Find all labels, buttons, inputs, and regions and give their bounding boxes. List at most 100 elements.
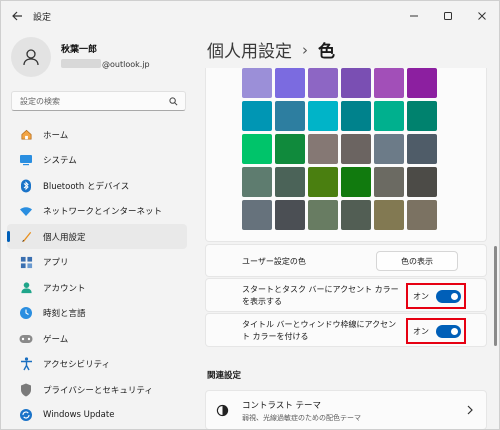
highlight-box: オン — [406, 283, 466, 309]
color-swatch[interactable] — [242, 167, 272, 197]
color-swatch[interactable] — [407, 134, 437, 164]
back-button[interactable] — [9, 8, 25, 24]
color-swatch[interactable] — [242, 68, 272, 98]
sidebar-item-label: 時刻と言語 — [43, 309, 86, 319]
minimize-button[interactable] — [397, 1, 431, 31]
user-email: @outlook.jp — [61, 59, 150, 69]
color-swatch[interactable] — [308, 68, 338, 98]
toggle-knob — [451, 292, 458, 300]
page-title: 色 — [318, 42, 335, 62]
sidebar-nav: ホーム システム Bluetooth とデバイス ネットワークとインターネット … — [7, 122, 187, 428]
color-swatch[interactable] — [341, 200, 371, 230]
sidebar-item-accounts[interactable]: アカウント — [7, 275, 187, 300]
wifi-icon — [19, 204, 33, 218]
highlight-box: オン — [406, 318, 466, 344]
color-swatch[interactable] — [275, 134, 305, 164]
sidebar-item-label: アカウント — [43, 283, 86, 294]
email-redaction — [61, 59, 101, 68]
title-bar-accent-label: タイトル バーとウィンドウ枠線にアクセント カラーを付ける — [242, 320, 397, 341]
color-swatch[interactable] — [407, 167, 437, 197]
title-bar: 設定 — [1, 1, 499, 31]
maximize-button[interactable] — [431, 1, 465, 31]
color-swatch[interactable] — [341, 101, 371, 131]
sidebar-item-label: アクセシビリティ — [43, 360, 111, 370]
color-swatch[interactable] — [308, 134, 338, 164]
color-swatch[interactable] — [275, 68, 305, 98]
start-taskbar-accent-toggle[interactable] — [436, 289, 461, 303]
sidebar-item-personalization[interactable]: 個人用設定 — [7, 224, 187, 249]
related-settings-heading: 関連設定 — [207, 371, 242, 381]
sidebar-item-gaming[interactable]: ゲーム — [7, 326, 187, 351]
color-swatch[interactable] — [374, 68, 404, 98]
home-icon — [19, 128, 33, 142]
toggle-state-label: オン — [413, 326, 429, 336]
start-taskbar-accent-row: スタートとタスク バーにアクセント カラーを表示する オン — [205, 278, 487, 312]
game-controller-icon — [19, 332, 33, 346]
avatar — [11, 37, 51, 77]
color-swatch[interactable] — [341, 68, 371, 98]
color-swatch[interactable] — [341, 167, 371, 197]
user-name: 秋葉一郎 — [61, 45, 98, 55]
chevron-right-icon — [467, 405, 473, 415]
color-swatch[interactable] — [242, 134, 272, 164]
search-input[interactable]: 設定の検索 — [11, 91, 186, 111]
color-swatch[interactable] — [275, 200, 305, 230]
search-icon — [169, 97, 178, 106]
color-swatch[interactable] — [308, 167, 338, 197]
sidebar-item-privacy-security[interactable]: プライバシーとセキュリティ — [7, 377, 187, 402]
toggle-knob — [451, 327, 458, 335]
account-icon — [19, 281, 33, 295]
contrast-themes-row[interactable]: コントラスト テーマ 弱視、光線過敏症のための配色テーマ — [205, 390, 487, 429]
sidebar-item-home[interactable]: ホーム — [7, 122, 187, 147]
breadcrumb: 個人用設定 › 色 — [207, 37, 335, 63]
color-swatch[interactable] — [242, 200, 272, 230]
scrollbar[interactable] — [494, 246, 497, 346]
sidebar-item-label: アプリ — [43, 258, 69, 268]
color-swatch[interactable] — [308, 101, 338, 131]
breadcrumb-parent[interactable]: 個人用設定 — [207, 37, 292, 62]
view-colors-button[interactable]: 色の表示 — [376, 251, 458, 271]
user-profile[interactable]: 秋葉一郎 @outlook.jp — [11, 37, 191, 81]
sidebar-item-label: プライバシーとセキュリティ — [43, 385, 153, 396]
color-swatch[interactable] — [407, 101, 437, 131]
breadcrumb-separator: › — [302, 40, 308, 59]
start-taskbar-accent-label: スタートとタスク バーにアクセント カラーを表示する — [242, 285, 399, 306]
custom-color-row: ユーザー設定の色 色の表示 — [205, 244, 487, 277]
sidebar-item-apps[interactable]: アプリ — [7, 250, 187, 275]
color-swatch[interactable] — [407, 200, 437, 230]
close-icon — [478, 12, 486, 20]
sidebar-item-label: Windows Update — [43, 410, 115, 420]
sidebar-item-label: ホーム — [43, 130, 69, 141]
close-button[interactable] — [465, 1, 499, 31]
sidebar-item-label: Bluetooth とデバイス — [43, 181, 130, 192]
color-swatch[interactable] — [374, 167, 404, 197]
color-swatch[interactable] — [341, 134, 371, 164]
windows-colors-card — [205, 68, 487, 242]
color-swatch[interactable] — [308, 200, 338, 230]
sidebar-item-windows-update[interactable]: Windows Update — [7, 403, 187, 428]
search-placeholder: 設定の検索 — [20, 96, 60, 106]
app-title: 設定 — [33, 13, 52, 23]
color-swatch[interactable] — [374, 200, 404, 230]
arrow-left-icon — [12, 11, 22, 21]
color-swatch[interactable] — [407, 68, 437, 98]
toggle-state-label: オン — [413, 291, 429, 301]
color-swatch[interactable] — [275, 167, 305, 197]
color-swatch[interactable] — [374, 101, 404, 131]
sidebar-item-label: ネットワークとインターネット — [43, 207, 163, 217]
title-bar-accent-toggle[interactable] — [436, 324, 461, 338]
person-icon — [23, 49, 39, 66]
sidebar-item-system[interactable]: システム — [7, 148, 187, 173]
sidebar-item-accessibility[interactable]: アクセシビリティ — [7, 352, 187, 377]
sidebar-item-bluetooth[interactable]: Bluetooth とデバイス — [7, 173, 187, 198]
color-swatch[interactable] — [242, 101, 272, 131]
color-swatch[interactable] — [374, 134, 404, 164]
system-icon — [19, 153, 33, 167]
sidebar-item-network[interactable]: ネットワークとインターネット — [7, 199, 187, 224]
shield-icon — [19, 383, 33, 397]
color-swatch[interactable] — [275, 101, 305, 131]
sidebar-item-time-language[interactable]: 時刻と言語 — [7, 301, 187, 326]
sidebar-item-label: 個人用設定 — [43, 232, 86, 243]
bluetooth-icon — [19, 179, 33, 193]
sidebar-item-label: ゲーム — [43, 334, 69, 345]
